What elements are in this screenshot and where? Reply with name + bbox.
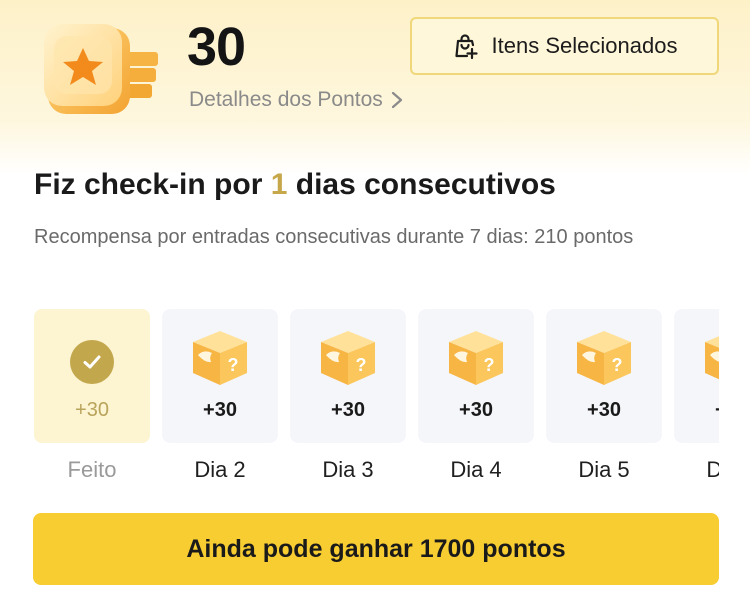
star-coin-stack-icon bbox=[44, 24, 158, 114]
day-label: Feito bbox=[67, 457, 117, 482]
svg-text:?: ? bbox=[356, 355, 367, 375]
mystery-box-icon: ? bbox=[705, 336, 719, 380]
selected-items-button[interactable]: Itens Selecionados bbox=[410, 17, 719, 75]
checkin-days-count: 1 bbox=[270, 168, 288, 201]
day-label: Dia 6 bbox=[706, 457, 719, 482]
check-circle-icon bbox=[70, 340, 114, 384]
mystery-box-icon: ? bbox=[321, 331, 375, 385]
mystery-box-icon: ? bbox=[577, 331, 631, 385]
day-card[interactable]: ? +30 bbox=[162, 309, 278, 443]
chevron-right-icon bbox=[391, 91, 402, 109]
day-card[interactable]: ? +30 bbox=[674, 309, 719, 443]
points-details-label: Detalhes dos Pontos bbox=[189, 88, 383, 111]
day-label: Dia 2 bbox=[194, 457, 246, 482]
day-label: Dia 3 bbox=[322, 457, 374, 482]
checkin-title-suffix: dias consecutivos bbox=[295, 168, 556, 201]
points-header: 30 Detalhes dos Pontos Itens Selecionado… bbox=[0, 0, 750, 150]
mystery-box-icon: ? bbox=[193, 331, 247, 385]
day-card[interactable]: ? +30 bbox=[418, 309, 534, 443]
checkin-days-strip[interactable]: +30 Feito ? +30 Dia 2 ? +30 Dia 3 ? +30 … bbox=[34, 309, 719, 499]
checkin-title: Fiz check-in por 1 dias consecutivos bbox=[34, 168, 556, 202]
day-reward: +30 bbox=[587, 399, 621, 421]
day-label: Dia 4 bbox=[450, 457, 502, 482]
points-total: 30 bbox=[187, 17, 246, 77]
day-reward: +30 bbox=[459, 399, 493, 421]
day-card[interactable]: ? +30 bbox=[546, 309, 662, 443]
earn-more-points-button[interactable]: Ainda pode ganhar 1700 pontos bbox=[33, 513, 719, 585]
day-item: +30 Feito bbox=[34, 309, 150, 483]
day-item: ? +30 Dia 4 bbox=[418, 309, 534, 483]
day-item: ? +30 Dia 2 bbox=[162, 309, 278, 483]
day-card[interactable]: +30 bbox=[34, 309, 150, 443]
svg-text:?: ? bbox=[228, 355, 239, 375]
day-item: ? +30 Dia 3 bbox=[290, 309, 406, 483]
mystery-box-icon: ? bbox=[449, 331, 503, 385]
svg-text:?: ? bbox=[484, 355, 495, 375]
shopping-bag-plus-icon bbox=[454, 34, 478, 60]
svg-text:?: ? bbox=[612, 355, 623, 375]
day-card[interactable]: ? +30 bbox=[290, 309, 406, 443]
day-reward: +30 bbox=[203, 399, 237, 421]
day-item: ? +30 Dia 5 bbox=[546, 309, 662, 483]
day-label: Dia 5 bbox=[578, 457, 630, 482]
day-reward: +30 bbox=[674, 399, 719, 422]
checkin-subtitle: Recompensa por entradas consecutivas dur… bbox=[34, 226, 634, 248]
day-reward: +30 bbox=[75, 399, 109, 421]
selected-items-label: Itens Selecionados bbox=[491, 33, 678, 58]
checkin-title-prefix: Fiz check-in por bbox=[34, 168, 263, 201]
day-reward: +30 bbox=[331, 399, 365, 421]
day-item: ? +30 Dia 6 bbox=[674, 309, 719, 483]
points-details-link[interactable]: Detalhes dos Pontos bbox=[189, 88, 403, 112]
